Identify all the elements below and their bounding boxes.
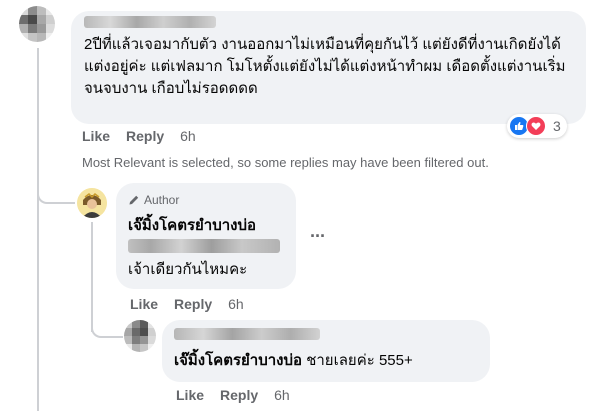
more-options-button[interactable]: ··· bbox=[310, 226, 326, 247]
nested-reply-content: เจ๊มิ้งโคตรยำบางบ่อ ชายเลยค่ะ 555+ bbox=[174, 350, 413, 372]
like-button[interactable]: Like bbox=[176, 387, 204, 403]
author-reply-text: เจ้าเดียวกันไหมคะ bbox=[128, 261, 248, 278]
reply-button[interactable]: Reply bbox=[126, 128, 164, 144]
timestamp[interactable]: 6h bbox=[180, 128, 196, 144]
author-badge: Author bbox=[128, 193, 179, 207]
comment-bubble: 2ปีที่แล้วเจอมากับตัว งานออกมาไม่เหมือนท… bbox=[71, 11, 586, 124]
author-reply-bubble: Author เจ๊มิ้งโคตรยำบางบ่อ เจ้าเดียวกันไ… bbox=[116, 183, 296, 289]
comment-actions: Like Reply 6h bbox=[82, 128, 212, 144]
filter-notice: Most Relevant is selected, so some repli… bbox=[82, 155, 489, 170]
reply-button[interactable]: Reply bbox=[174, 296, 212, 312]
author-reply-actions: Like Reply 6h bbox=[130, 296, 260, 312]
love-reaction-icon bbox=[526, 116, 546, 136]
author-name[interactable]: เจ๊มิ้งโคตรยำบางบ่อ bbox=[128, 213, 256, 237]
thread-branch-nested bbox=[91, 322, 123, 338]
reply-commenter-avatar[interactable] bbox=[124, 320, 156, 352]
timestamp[interactable]: 6h bbox=[228, 296, 244, 312]
commenter-avatar[interactable] bbox=[19, 6, 55, 42]
thread-line-main bbox=[37, 48, 39, 411]
redacted-replier-name[interactable] bbox=[174, 328, 320, 340]
reactions-summary[interactable]: 3 bbox=[507, 114, 567, 138]
thread-branch-author bbox=[37, 188, 75, 204]
timestamp[interactable]: 6h bbox=[274, 387, 290, 403]
thread-line-author bbox=[91, 222, 93, 332]
author-badge-label: Author bbox=[144, 193, 180, 207]
like-button[interactable]: Like bbox=[130, 296, 158, 312]
author-avatar[interactable] bbox=[77, 188, 107, 218]
reaction-count: 3 bbox=[553, 118, 561, 134]
reply-button[interactable]: Reply bbox=[220, 387, 258, 403]
pen-icon bbox=[129, 195, 139, 205]
nested-reply-text: ชายเลยค่ะ 555+ bbox=[302, 352, 413, 369]
comment-text: 2ปีที่แล้วเจอมากับตัว งานออกมาไม่เหมือนท… bbox=[84, 36, 566, 97]
redacted-commenter-name[interactable] bbox=[84, 16, 216, 28]
redacted-mention[interactable] bbox=[128, 239, 280, 253]
mention-link[interactable]: เจ๊มิ้งโคตรยำบางบ่อ bbox=[174, 352, 302, 369]
like-button[interactable]: Like bbox=[82, 128, 110, 144]
nested-reply-bubble: เจ๊มิ้งโคตรยำบางบ่อ ชายเลยค่ะ 555+ bbox=[162, 320, 490, 382]
nested-reply-actions: Like Reply 6h bbox=[176, 387, 306, 403]
